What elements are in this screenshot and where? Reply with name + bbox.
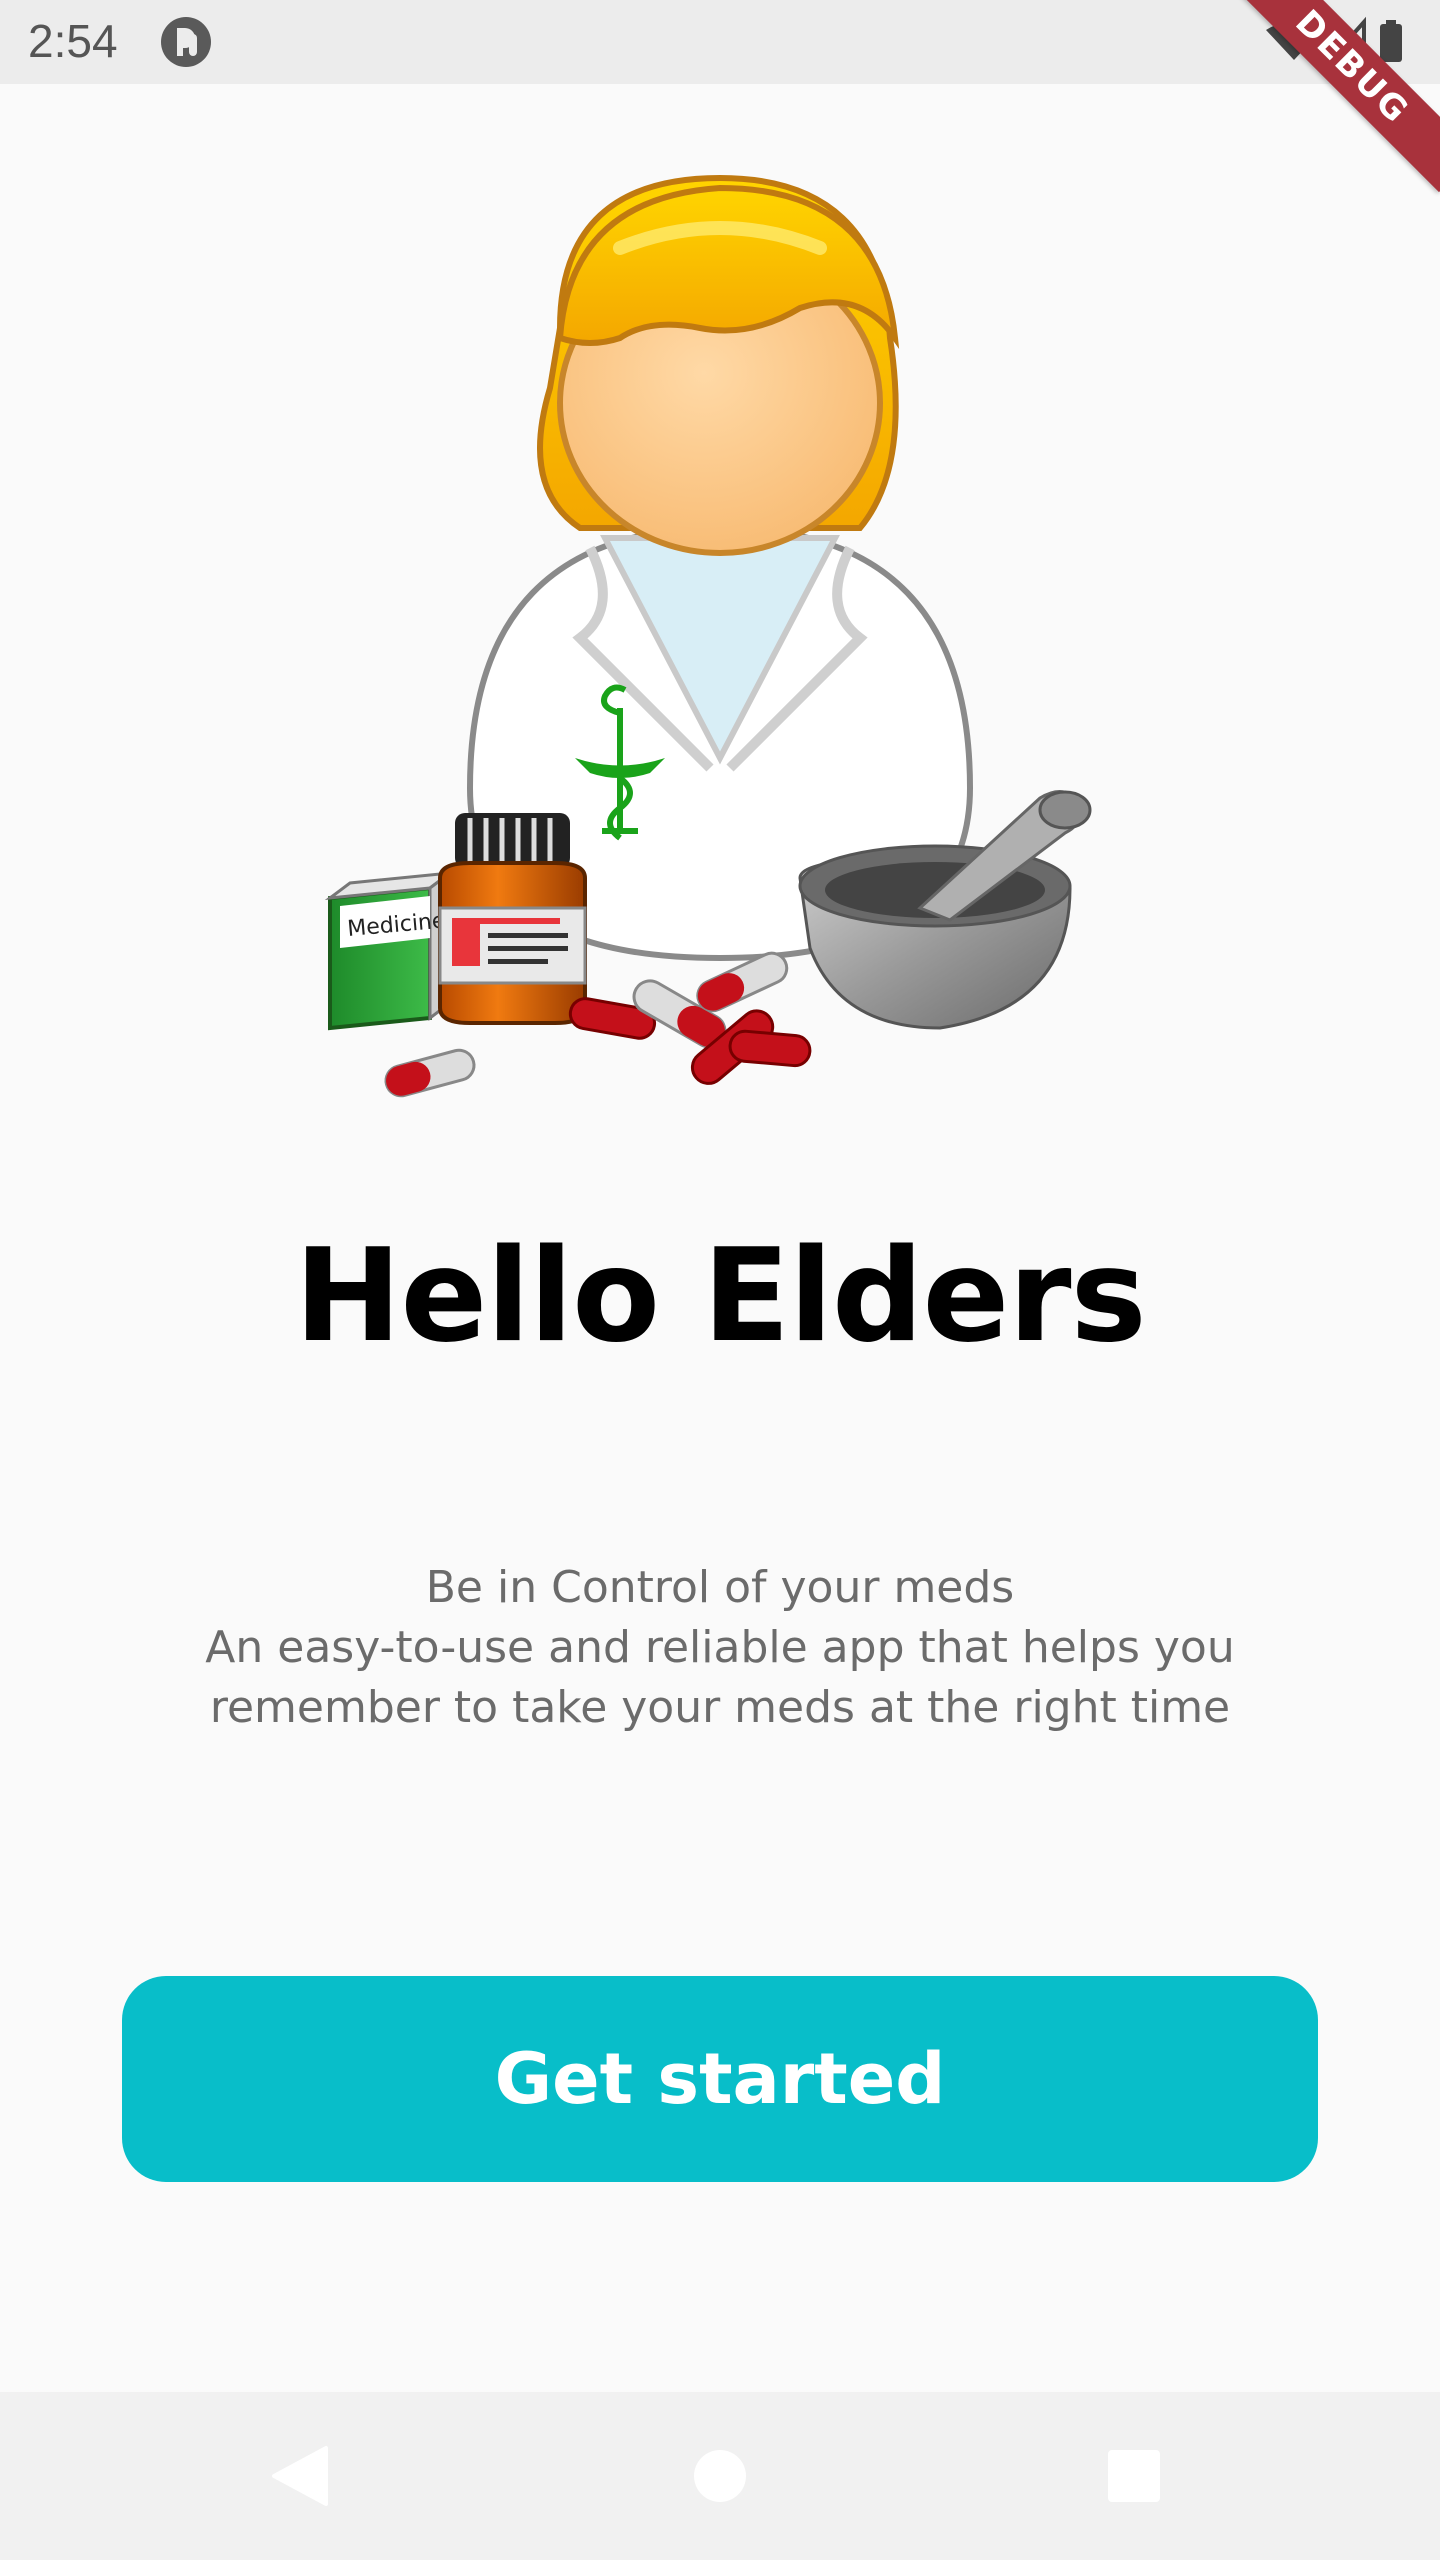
battery-icon (1380, 20, 1402, 62)
status-time: 2:54 (28, 15, 118, 67)
welcome-screen: 2:54 DEBUG Medicine Hello Elders Be in C… (0, 0, 1440, 2560)
description-line: Be in Control of your meds (425, 1562, 1015, 1613)
recents-icon (1108, 2450, 1160, 2502)
app-notification-icon (161, 17, 211, 67)
home-button[interactable] (678, 2434, 762, 2518)
home-icon (694, 2450, 746, 2502)
get-started-button[interactable]: Get started (122, 1976, 1318, 2182)
welcome-title: Hello Elders (294, 1222, 1146, 1371)
medicine-bottle (438, 813, 587, 1025)
back-icon (272, 2446, 328, 2506)
medicine-box: Medicine (324, 870, 456, 1031)
description-line: An easy-to-use and reliable app that hel… (205, 1622, 1235, 1673)
welcome-description: Be in Control of your meds An easy-to-us… (120, 1558, 1320, 1738)
pharmacist-illustration: Medicine (324, 174, 1092, 1098)
recents-button[interactable] (1092, 2434, 1176, 2518)
description-line: remember to take your meds at the right … (209, 1682, 1231, 1733)
back-button[interactable] (258, 2434, 342, 2518)
status-bar: 2:54 (0, 0, 1440, 84)
navigation-bar (0, 2392, 1440, 2560)
